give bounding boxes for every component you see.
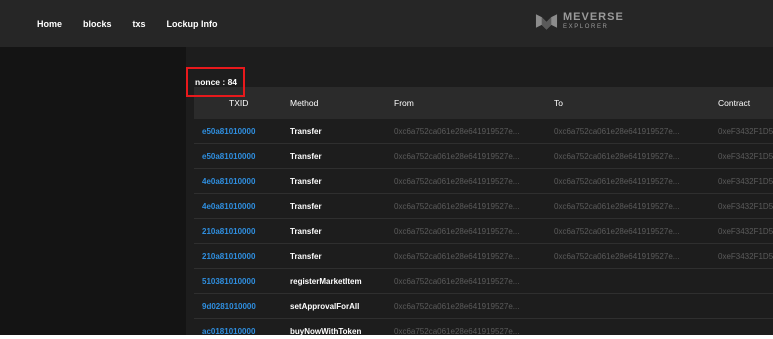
contract-cell: 0xeF3432F1D54	[718, 227, 773, 236]
nav-blocks-link[interactable]: blocks	[83, 19, 112, 29]
from-cell: 0xc6a752ca061e28e641919527e...	[394, 152, 520, 161]
txid-link[interactable]: 210a81010000	[202, 252, 255, 261]
txid-link[interactable]: 4e0a81010000	[202, 202, 255, 211]
transactions-table-body: e50a81010000 Transfer 0xc6a752ca061e28e6…	[194, 119, 773, 339]
method-cell: Transfer	[290, 152, 322, 161]
table-row[interactable]: 4e0a81010000 Transfer 0xc6a752ca061e28e6…	[194, 194, 773, 219]
table-row[interactable]: 210a81010000 Transfer 0xc6a752ca061e28e6…	[194, 219, 773, 244]
method-cell: setApprovalForAll	[290, 302, 360, 311]
from-cell: 0xc6a752ca061e28e641919527e...	[394, 127, 520, 136]
to-cell: 0xc6a752ca061e28e641919527e...	[554, 127, 680, 136]
contract-cell: 0xeF3432F1D54	[718, 202, 773, 211]
from-cell: 0xc6a752ca061e28e641919527e...	[394, 177, 520, 186]
to-cell: 0xc6a752ca061e28e641919527e...	[554, 252, 680, 261]
nav-txs-link[interactable]: txs	[133, 19, 146, 29]
txid-link[interactable]: e50a81010000	[202, 127, 255, 136]
nav-lockup-info-link[interactable]: Lockup Info	[167, 19, 218, 29]
left-panel	[0, 47, 186, 339]
contract-cell: 0xeF3432F1D54	[718, 152, 773, 161]
table-row[interactable]: 9d0281010000 setApprovalForAll 0xc6a752c…	[194, 294, 773, 319]
to-cell: 0xc6a752ca061e28e641919527e...	[554, 177, 680, 186]
table-row[interactable]: e50a81010000 Transfer 0xc6a752ca061e28e6…	[194, 144, 773, 169]
from-cell: 0xc6a752ca061e28e641919527e...	[394, 227, 520, 236]
method-cell: Transfer	[290, 127, 322, 136]
method-cell: registerMarketItem	[290, 277, 362, 286]
nonce-highlight-box: nonce : 84	[186, 67, 245, 97]
meverse-logo[interactable]: MEVERSE EXPLORER	[535, 11, 624, 31]
txid-link[interactable]: 9d0281010000	[202, 302, 256, 311]
meverse-logo-icon	[535, 14, 558, 30]
explorer-page: Home blocks txs Lockup Info MEVERSE EXPL…	[0, 0, 773, 339]
txid-link[interactable]: 4e0a81010000	[202, 177, 255, 186]
to-cell: 0xc6a752ca061e28e641919527e...	[554, 152, 680, 161]
txid-link[interactable]: 510381010000	[202, 277, 255, 286]
from-cell: 0xc6a752ca061e28e641919527e...	[394, 302, 520, 311]
column-header-txid: TXID	[229, 98, 249, 108]
main-nav: Home blocks txs Lockup Info	[37, 0, 239, 47]
column-header-to: To	[554, 98, 563, 108]
table-row[interactable]: 210a81010000 Transfer 0xc6a752ca061e28e6…	[194, 244, 773, 269]
from-cell: 0xc6a752ca061e28e641919527e...	[394, 277, 520, 286]
from-cell: 0xc6a752ca061e28e641919527e...	[394, 252, 520, 261]
contract-cell: 0xeF3432F1D54	[718, 252, 773, 261]
table-header: TXID Method From To Contract	[194, 87, 773, 119]
method-cell: Transfer	[290, 252, 322, 261]
method-cell: Transfer	[290, 227, 322, 236]
to-cell: 0xc6a752ca061e28e641919527e...	[554, 227, 680, 236]
nav-home-link[interactable]: Home	[37, 19, 62, 29]
txid-link[interactable]: 210a81010000	[202, 227, 255, 236]
column-header-method: Method	[290, 98, 319, 108]
column-header-from: From	[394, 98, 414, 108]
logo-wordmark: MEVERSE	[563, 11, 624, 23]
to-cell: 0xc6a752ca061e28e641919527e...	[554, 202, 680, 211]
nonce-label: nonce : 84	[195, 77, 238, 87]
bottom-edge	[0, 335, 773, 339]
from-cell: 0xc6a752ca061e28e641919527e...	[394, 202, 520, 211]
table-row[interactable]: 4e0a81010000 Transfer 0xc6a752ca061e28e6…	[194, 169, 773, 194]
txid-link[interactable]: e50a81010000	[202, 152, 255, 161]
method-cell: Transfer	[290, 202, 322, 211]
method-cell: Transfer	[290, 177, 322, 186]
top-navigation-bar: Home blocks txs Lockup Info MEVERSE EXPL…	[0, 0, 773, 47]
column-header-contract: Contract	[718, 98, 751, 108]
contract-cell: 0xeF3432F1D54	[718, 177, 773, 186]
table-row[interactable]: 510381010000 registerMarketItem 0xc6a752…	[194, 269, 773, 294]
contract-cell: 0xeF3432F1D54	[718, 127, 773, 136]
table-row[interactable]: e50a81010000 Transfer 0xc6a752ca061e28e6…	[194, 119, 773, 144]
logo-subtitle: EXPLORER	[563, 24, 609, 30]
